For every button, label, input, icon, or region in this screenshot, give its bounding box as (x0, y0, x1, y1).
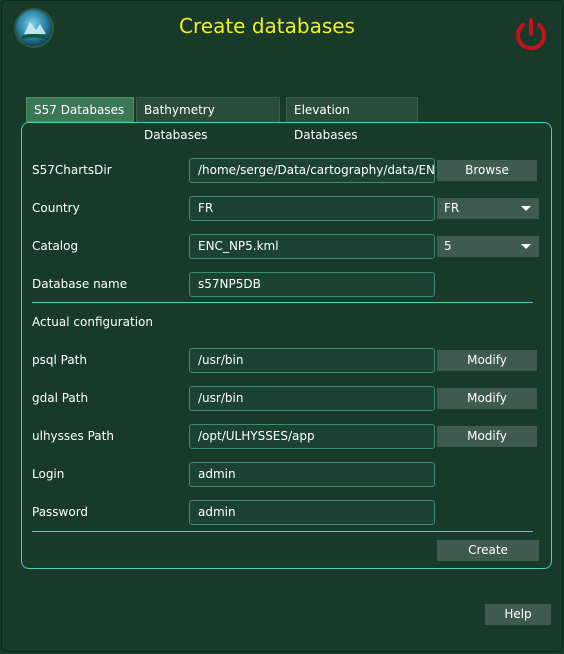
page-title: Create databases (179, 14, 355, 38)
database-name-label: Database name (32, 277, 128, 291)
country-label: Country (32, 201, 80, 215)
modify-ulhysses-button[interactable]: Modify (437, 426, 537, 447)
country-input[interactable]: FR (189, 196, 435, 221)
catalog-select[interactable]: 5 (437, 236, 539, 257)
actual-configuration-heading: Actual configuration (32, 315, 154, 329)
database-name-input[interactable]: s57NP5DB (189, 272, 435, 297)
country-select[interactable]: FR (437, 198, 539, 219)
gdal-path-input[interactable]: /usr/bin (189, 386, 435, 411)
section-divider (32, 302, 533, 303)
charts-dir-label: S57ChartsDir (32, 163, 112, 177)
login-label: Login (32, 467, 65, 481)
modify-gdal-button[interactable]: Modify (437, 388, 537, 409)
ulhysses-path-label: ulhysses Path (32, 429, 114, 443)
tab-elevation-databases[interactable]: Elevation Databases (286, 97, 418, 142)
catalog-input[interactable]: ENC_NP5.kml (189, 234, 435, 259)
chevron-down-icon (521, 206, 531, 211)
login-input[interactable]: admin (189, 462, 435, 487)
psql-path-input[interactable]: /usr/bin (189, 348, 435, 373)
power-icon[interactable] (512, 15, 550, 53)
gdal-path-label: gdal Path (32, 391, 89, 405)
country-select-value: FR (444, 201, 460, 215)
password-input[interactable]: admin (189, 500, 435, 525)
catalog-select-value: 5 (444, 239, 452, 253)
bottom-divider (32, 531, 533, 532)
psql-path-label: psql Path (32, 353, 87, 367)
chevron-down-icon (521, 244, 531, 249)
ulhysses-path-input[interactable]: /opt/ULHYSSES/app (189, 424, 435, 449)
browse-button[interactable]: Browse (437, 160, 537, 181)
tab-s57-databases[interactable]: S57 Databases (26, 97, 134, 122)
create-button[interactable]: Create (437, 540, 539, 561)
help-button[interactable]: Help (485, 604, 551, 625)
charts-dir-input[interactable]: /home/serge/Data/cartography/data/ENC (189, 158, 435, 183)
tab-bathymetry-databases[interactable]: Bathymetry Databases (136, 97, 280, 142)
modify-psql-button[interactable]: Modify (437, 350, 537, 371)
password-label: Password (32, 505, 89, 519)
catalog-label: Catalog (32, 239, 79, 253)
